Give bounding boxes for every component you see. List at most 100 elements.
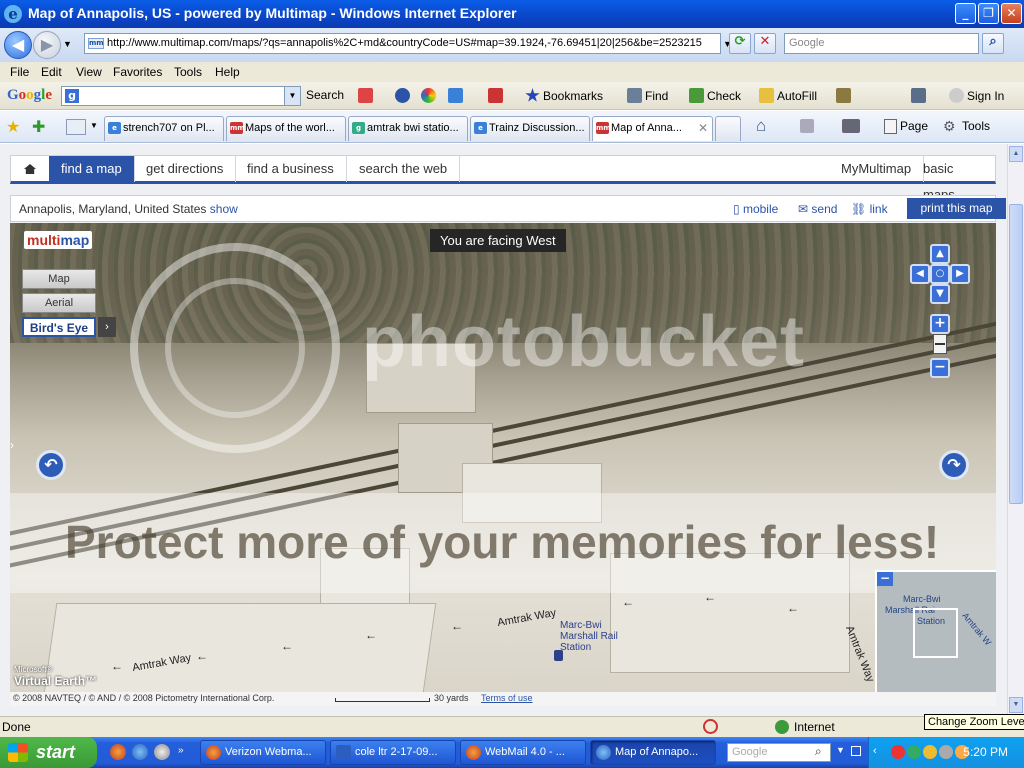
minimize-button[interactable]: _ <box>955 3 976 24</box>
recent-pages-dropdown-icon[interactable]: ▼ <box>63 39 72 49</box>
minimap-collapse-button[interactable]: − <box>877 572 893 586</box>
bookmarks-button[interactable]: Bookmarks <box>525 88 603 103</box>
taskbar-item-webmail[interactable]: WebMail 4.0 - ... <box>460 740 586 765</box>
tray-icon[interactable] <box>939 745 953 759</box>
refresh-button[interactable]: ⟳ <box>729 33 751 54</box>
birds-eye-next-icon[interactable]: › <box>98 317 116 337</box>
tray-icon[interactable] <box>891 745 905 759</box>
google-search-button[interactable]: Search <box>306 88 344 102</box>
tab-find-a-business[interactable]: find a business <box>235 156 347 182</box>
forward-button[interactable]: ▶ <box>33 31 61 59</box>
live-search-input[interactable]: Google <box>784 33 979 54</box>
zoom-level-slider[interactable] <box>933 334 947 354</box>
home-tab[interactable] <box>11 156 50 182</box>
tray-expand-icon[interactable]: ‹ <box>873 745 877 757</box>
show-link[interactable]: show <box>210 202 238 216</box>
tab-map-of-annapolis[interactable]: mm Map of Anna... ✕ <box>592 116 713 141</box>
autofill-button[interactable]: AutoFill <box>759 88 817 103</box>
map-type-map-button[interactable]: Map <box>22 269 96 289</box>
pan-left-button[interactable]: ◀ <box>910 264 930 284</box>
station-label[interactable]: Marc-Bwi Marshall Rail Station <box>554 620 618 661</box>
rotate-left-button[interactable]: ↶ <box>36 450 66 480</box>
taskbar-item-verizon[interactable]: Verizon Webma... <box>200 740 326 765</box>
pan-up-button[interactable]: ▲ <box>930 244 950 264</box>
tab-get-directions[interactable]: get directions <box>134 156 237 182</box>
scroll-down-icon[interactable]: ▼ <box>1009 697 1023 713</box>
start-button[interactable]: start <box>0 737 97 768</box>
scroll-thumb[interactable] <box>1009 204 1023 504</box>
tray-icon[interactable] <box>923 745 937 759</box>
birds-eye-map[interactable]: photobucket Protect more of your memorie… <box>10 223 996 692</box>
quick-tabs-icon[interactable] <box>66 119 86 135</box>
new-tab-button[interactable] <box>715 116 741 141</box>
close-button[interactable]: ✕ <box>1001 3 1022 24</box>
map-type-aerial-button[interactable]: Aerial <box>22 293 96 313</box>
vertical-scrollbar[interactable]: ▲ ▼ <box>1007 144 1024 716</box>
tab-list-dropdown-icon[interactable]: ▼ <box>90 121 98 130</box>
picasa-icon[interactable] <box>421 88 439 103</box>
expand-panel-icon[interactable]: › <box>10 438 20 458</box>
home-icon[interactable]: ⌂ <box>756 116 766 136</box>
address-input[interactable]: mm http://www.multimap.com/maps/?qs=anna… <box>84 33 721 54</box>
minimap-viewport[interactable] <box>913 608 958 658</box>
taskbar-item-map-of-annapolis[interactable]: Map of Annapo... <box>590 740 716 765</box>
menu-view[interactable]: View <box>76 65 102 79</box>
print-icon[interactable] <box>842 119 860 133</box>
send-link[interactable]: ✉ send <box>798 202 837 216</box>
media-quicklaunch-icon[interactable] <box>154 744 170 760</box>
close-tab-icon[interactable]: ✕ <box>698 117 708 139</box>
menu-tools[interactable]: Tools <box>174 65 202 79</box>
tab-strench707[interactable]: e strench707 on Pl... <box>104 116 224 141</box>
popup-blocked-icon[interactable] <box>703 719 718 734</box>
deskbar-search-icon[interactable]: ⌕ <box>815 744 822 759</box>
wrench-icon[interactable] <box>911 88 929 103</box>
google-search-dropdown-icon[interactable]: ▼ <box>284 87 300 105</box>
mobile-link[interactable]: ▯ mobile <box>733 202 778 216</box>
popup-blocker-icon[interactable] <box>488 88 506 103</box>
terms-of-use-link[interactable]: Terms of use <box>481 693 533 703</box>
maximize-button[interactable]: ❐ <box>978 3 999 24</box>
tab-search-the-web[interactable]: search the web <box>347 156 461 182</box>
menu-favorites[interactable]: Favorites <box>113 65 162 79</box>
firefox-quicklaunch-icon[interactable] <box>110 744 126 760</box>
google-search-input[interactable]: g ▼ <box>61 86 301 106</box>
pan-down-button[interactable]: ▼ <box>930 284 950 304</box>
scroll-up-icon[interactable]: ▲ <box>1009 146 1023 162</box>
link-link[interactable]: ⛓ link <box>851 202 888 216</box>
menu-file[interactable]: File <box>10 65 29 79</box>
favorites-star-icon[interactable]: ★ <box>6 117 20 137</box>
add-favorites-icon[interactable]: ✚ <box>32 117 45 137</box>
print-map-button[interactable]: print this map <box>907 198 1006 219</box>
show-desktop-icon[interactable] <box>851 746 861 756</box>
pan-center-button[interactable]: ○ <box>930 264 950 284</box>
find-button[interactable]: Find <box>627 88 668 103</box>
quicklaunch-more-icon[interactable]: » <box>178 745 184 756</box>
zoom-in-button[interactable]: + <box>930 314 950 334</box>
tray-icon[interactable] <box>907 745 921 759</box>
tab-find-a-map[interactable]: find a map <box>49 156 135 182</box>
tools-menu[interactable]: Tools <box>962 119 990 133</box>
add-button-icon[interactable] <box>448 88 466 103</box>
pan-right-button[interactable]: ▶ <box>950 264 970 284</box>
stop-button[interactable]: ✕ <box>754 33 776 54</box>
zoom-out-button[interactable]: − <box>930 358 950 378</box>
map-type-birds-eye-button[interactable]: Bird's Eye <box>22 317 96 337</box>
link-mymultimap[interactable]: MyMultimap <box>829 156 925 182</box>
tab-maps-of-the-world[interactable]: mm Maps of the worl... <box>226 116 346 141</box>
feeds-icon[interactable] <box>800 119 814 133</box>
taskbar-item-cole-ltr[interactable]: cole ltr 2-17-09... <box>330 740 456 765</box>
link-basic-maps[interactable]: basic maps <box>911 156 995 202</box>
spellcheck-button[interactable]: Check <box>689 88 741 103</box>
page-menu[interactable]: Page <box>900 119 928 133</box>
globe-icon[interactable] <box>395 88 413 103</box>
menu-edit[interactable]: Edit <box>41 65 62 79</box>
deskbar-dropdown-icon[interactable]: ▼ <box>836 745 845 755</box>
ie-quicklaunch-icon[interactable] <box>132 744 148 760</box>
tab-amtrak-bwi[interactable]: g amtrak bwi statio... <box>348 116 468 141</box>
back-button[interactable]: ◀ <box>4 31 32 59</box>
tab-trainz-discussion[interactable]: e Trainz Discussion... <box>470 116 590 141</box>
wand-icon[interactable] <box>836 88 854 103</box>
search-go-button[interactable]: ⌕ <box>982 33 1004 54</box>
overview-minimap[interactable]: − Marc-Bwi Marshall Rai Station Amtrak W <box>875 570 996 692</box>
rotate-right-button[interactable]: ↷ <box>939 450 969 480</box>
